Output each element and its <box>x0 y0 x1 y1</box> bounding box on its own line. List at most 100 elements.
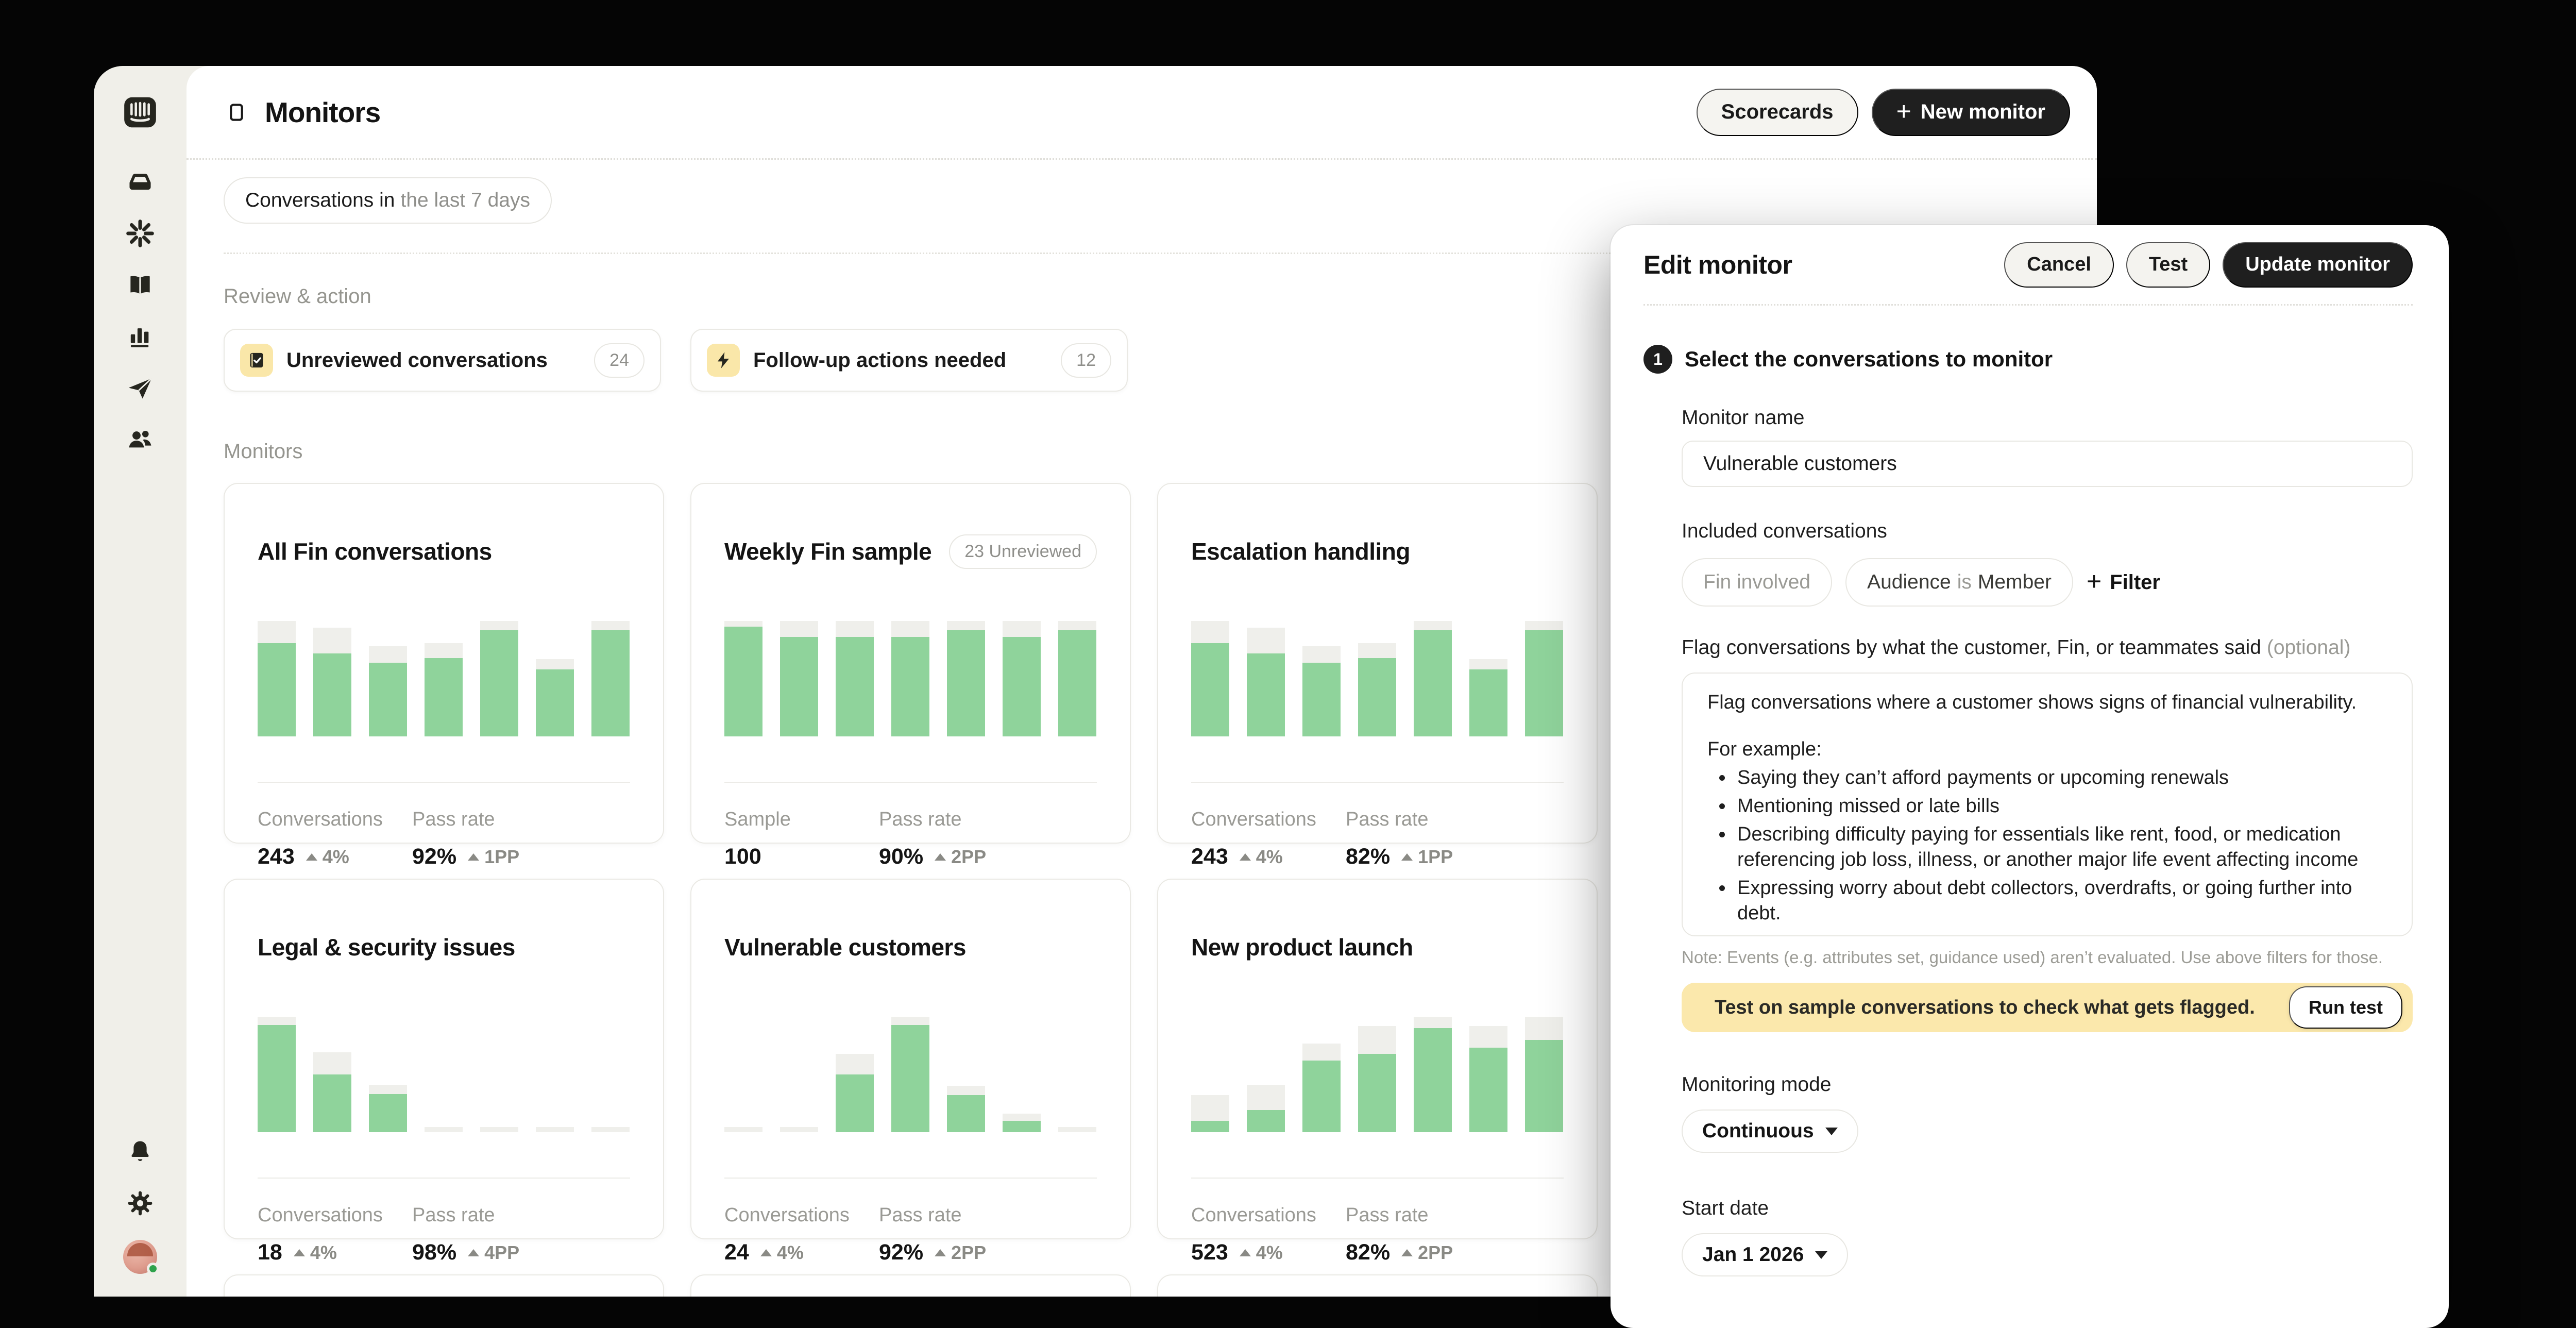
chart-bar <box>1247 1085 1285 1132</box>
test-button[interactable]: Test <box>2126 242 2210 288</box>
bolt-icon <box>707 344 740 377</box>
chart-bar <box>1191 621 1229 736</box>
chart-bar <box>1302 1044 1341 1132</box>
online-status-dot <box>147 1263 159 1275</box>
monitor-card-partial[interactable] <box>224 1274 664 1297</box>
monitor-card[interactable]: Escalation handlingConversations2434%Pas… <box>1157 483 1598 844</box>
chart-bar <box>1525 1017 1563 1132</box>
delta-up-icon <box>935 1249 946 1256</box>
review-action-card[interactable]: Follow-up actions needed12 <box>690 329 1128 392</box>
stat-delta: 4% <box>306 846 349 868</box>
fin-involved-chip[interactable]: Fin involved <box>1682 558 1832 607</box>
flag-description-textarea[interactable]: Flag conversations where a customer show… <box>1682 673 2413 936</box>
reports-chart-icon[interactable] <box>125 322 155 351</box>
monitor-card[interactable]: All Fin conversationsConversations2434%P… <box>224 483 664 844</box>
chart-bar <box>891 1017 929 1132</box>
flag-bullet: Expressing worry about debt collectors, … <box>1734 876 2387 926</box>
chart-bar <box>258 1017 296 1132</box>
collapse-sidebar-icon[interactable] <box>224 99 249 125</box>
monitor-name-label: Monitor name <box>1682 407 2413 429</box>
included-filters-row: Fin involved Audience is Member + Filter <box>1682 558 2413 607</box>
chart-bar <box>1302 646 1341 736</box>
monitor-card-title: Legal & security issues <box>258 933 515 961</box>
monitor-card-partial[interactable] <box>1157 1274 1598 1297</box>
chart-bar <box>313 1052 351 1132</box>
delta-up-icon <box>1401 1249 1413 1256</box>
chart-bar-empty <box>536 1127 574 1132</box>
intercom-logo-icon[interactable] <box>121 93 160 132</box>
flag-bullet: Mentioning missed or late bills <box>1734 794 2387 819</box>
chart-bar <box>1469 1026 1507 1132</box>
monitor-stat: Sample 100 <box>724 809 879 869</box>
stat-label: Conversations <box>1191 1204 1346 1226</box>
scorecards-button[interactable]: Scorecards <box>1697 89 1858 136</box>
outbound-send-icon[interactable] <box>125 373 155 403</box>
stat-label: Pass rate <box>412 1204 519 1226</box>
update-monitor-button[interactable]: Update monitor <box>2223 242 2413 288</box>
contacts-people-icon[interactable] <box>125 425 155 455</box>
stat-value: 523 <box>1191 1240 1228 1265</box>
stat-value: 92% <box>879 1240 923 1265</box>
card-divider <box>724 782 1097 783</box>
monitor-card[interactable]: New product launchConversations5234%Pass… <box>1157 879 1598 1239</box>
review-action-card[interactable]: Unreviewed conversations24 <box>224 329 661 392</box>
settings-gear-icon[interactable] <box>125 1188 155 1218</box>
review-card-label: Unreviewed conversations <box>286 349 548 372</box>
stat-value: 90% <box>879 844 923 869</box>
stat-label: Conversations <box>258 1204 412 1226</box>
run-test-button[interactable]: Run test <box>2289 986 2402 1029</box>
stat-label: Sample <box>724 809 879 831</box>
chart-bar <box>1003 1114 1041 1132</box>
stat-label: Pass rate <box>412 809 519 831</box>
monitor-stat: Conversations244% <box>724 1204 879 1265</box>
monitor-card-title: All Fin conversations <box>258 537 492 565</box>
knowledge-book-icon[interactable] <box>125 270 155 300</box>
new-monitor-button[interactable]: + New monitor <box>1872 89 2070 136</box>
chart-bar <box>369 646 407 736</box>
chart-bar <box>1414 621 1452 736</box>
step-1-row: 1 Select the conversations to monitor <box>1643 345 2413 374</box>
cancel-button[interactable]: Cancel <box>2004 242 2114 288</box>
notifications-bell-icon[interactable] <box>125 1137 155 1167</box>
monitor-card[interactable]: Legal & security issuesConversations184%… <box>224 879 664 1239</box>
date-range-filter-chip[interactable]: Conversations in the last 7 days <box>224 177 552 224</box>
monitor-stat: Conversations2434% <box>1191 809 1346 869</box>
chart-bar-empty <box>591 1127 630 1132</box>
monitor-stat: Conversations184% <box>258 1204 412 1265</box>
monitor-card-partial[interactable] <box>690 1274 1131 1297</box>
delta-up-icon <box>1240 853 1251 861</box>
monitor-card-title: Weekly Fin sample <box>724 537 931 565</box>
delta-up-icon <box>468 853 479 861</box>
add-filter-button[interactable]: + Filter <box>2087 567 2160 597</box>
stat-label: Pass rate <box>879 809 986 831</box>
monitor-name-input[interactable] <box>1682 441 2413 487</box>
user-avatar[interactable] <box>123 1240 157 1274</box>
chart-bar-empty <box>480 1127 518 1132</box>
monitor-card-title: Vulnerable customers <box>724 933 966 961</box>
flag-bullets: Saying they can’t afford payments or upc… <box>1707 765 2387 926</box>
stat-value: 243 <box>1191 844 1228 869</box>
monitor-card[interactable]: Vulnerable customersConversations244%Pas… <box>690 879 1131 1239</box>
flag-bullet: Describing difficulty paying for essenti… <box>1734 822 2387 872</box>
flag-examples-heading: For example: <box>1707 737 2387 762</box>
plus-icon: + <box>2087 566 2102 596</box>
stat-delta: 2PP <box>935 846 986 868</box>
optional-hint: (optional) <box>2267 636 2351 659</box>
card-divider <box>258 782 630 783</box>
inbox-icon[interactable] <box>125 167 155 197</box>
fin-ai-icon[interactable] <box>125 218 155 248</box>
stat-value: 100 <box>724 844 761 869</box>
monitor-mini-chart <box>724 621 1097 736</box>
edit-panel-header: Edit monitor Cancel Test Update monitor <box>1643 225 2413 306</box>
monitor-mini-chart <box>1191 621 1564 736</box>
monitoring-mode-select[interactable]: Continuous <box>1682 1110 1858 1153</box>
monitor-card[interactable]: Weekly Fin sample23 UnreviewedSample100P… <box>690 483 1131 844</box>
chart-bar <box>947 1086 985 1132</box>
start-date-select[interactable]: Jan 1 2026 <box>1682 1233 1848 1276</box>
chart-bar <box>258 621 296 736</box>
audience-filter-chip[interactable]: Audience is Member <box>1845 558 2073 607</box>
monitor-card-title: Escalation handling <box>1191 537 1410 565</box>
monitor-stat: Pass rate82%1PP <box>1346 809 1453 869</box>
stat-delta: 2PP <box>1401 1242 1453 1264</box>
delta-up-icon <box>935 853 946 861</box>
